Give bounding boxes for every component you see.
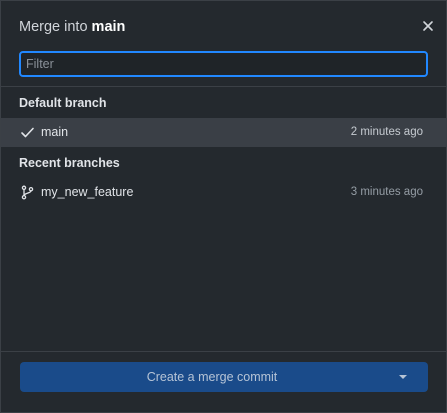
branch-row-my-new-feature[interactable]: my_new_feature 3 minutes ago	[1, 178, 447, 207]
branch-name: my_new_feature	[41, 185, 134, 199]
close-icon[interactable]	[420, 17, 436, 35]
check-icon	[21, 127, 34, 138]
dialog-title-prefix: Merge into	[19, 19, 92, 35]
divider	[1, 351, 447, 352]
section-title-default-branch: Default branch	[19, 96, 107, 110]
branch-name: main	[41, 125, 69, 139]
create-merge-commit-label: Create a merge commit	[146, 370, 278, 384]
close-button[interactable]	[420, 17, 436, 35]
dialog-title: Merge into main	[19, 16, 125, 38]
branch-row-main[interactable]: main 2 minutes ago	[1, 118, 447, 147]
section-title-recent-branches: Recent branches	[19, 156, 120, 170]
filter-input[interactable]	[21, 53, 426, 75]
dialog-title-branch: main	[91, 19, 126, 35]
filter-field[interactable]	[19, 51, 428, 77]
chevron-down-icon[interactable]	[399, 375, 407, 379]
create-merge-commit-button[interactable]: Create a merge commit	[20, 362, 428, 392]
git-branch-icon	[21, 185, 34, 200]
divider	[1, 86, 447, 87]
merge-dialog: Merge into main Default branch main 2 mi…	[0, 0, 447, 413]
branch-time: 3 minutes ago	[350, 186, 423, 198]
branch-time: 2 minutes ago	[350, 126, 423, 138]
